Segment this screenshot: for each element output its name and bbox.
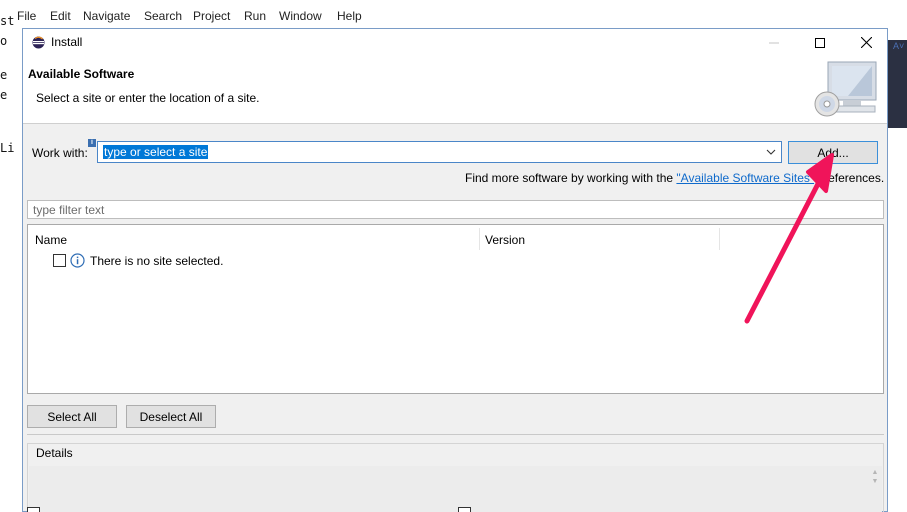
menu-window[interactable]: Window xyxy=(279,9,322,23)
minimize-button[interactable] xyxy=(751,29,797,56)
column-header-version[interactable]: Version xyxy=(485,233,525,247)
menu-search[interactable]: Search xyxy=(144,9,182,23)
dialog-header-banner: Available Software Select a site or ente… xyxy=(23,56,887,124)
menu-navigate[interactable]: Navigate xyxy=(83,9,130,23)
menu-help[interactable]: Help xyxy=(337,9,362,23)
ide-side-panel xyxy=(887,40,907,128)
column-divider[interactable] xyxy=(719,228,720,250)
install-computer-icon xyxy=(814,61,877,117)
code-fragment: o xyxy=(0,34,8,48)
ide-menubar: File Edit Navigate Search Project Run Wi… xyxy=(0,0,907,28)
close-button[interactable] xyxy=(843,29,889,56)
deselect-all-button[interactable]: Deselect All xyxy=(126,405,216,428)
find-more-suffix: preferences. xyxy=(814,171,885,185)
column-header-name[interactable]: Name xyxy=(35,233,67,247)
menu-project[interactable]: Project xyxy=(193,9,230,23)
menu-file[interactable]: File xyxy=(17,9,36,23)
dialog-title: Install xyxy=(51,35,83,49)
details-text-area[interactable] xyxy=(29,466,882,512)
minimize-icon xyxy=(769,42,779,43)
font-size-icon[interactable]: A˅ xyxy=(893,41,904,51)
find-more-prefix: Find more software by working with the xyxy=(465,171,677,185)
details-group: Details ▲ ▼ xyxy=(27,443,884,512)
row-checkbox[interactable] xyxy=(53,254,66,267)
option-checkbox[interactable] xyxy=(27,507,40,512)
work-with-label: Work with: xyxy=(32,146,88,160)
filter-input[interactable] xyxy=(27,200,884,219)
menu-run[interactable]: Run xyxy=(244,9,266,23)
page-title: Available Software xyxy=(28,67,135,81)
software-table[interactable]: Name Version There is no site selected. xyxy=(27,224,884,394)
details-scroll-arrows-icon[interactable]: ▲ ▼ xyxy=(871,468,879,494)
install-dialog: Install Available Software Select a site… xyxy=(22,28,888,512)
info-icon xyxy=(70,253,85,268)
dialog-titlebar[interactable]: Install xyxy=(23,29,887,56)
menu-edit[interactable]: Edit xyxy=(50,9,71,23)
available-software-sites-link[interactable]: "Available Software Sites" xyxy=(676,171,814,185)
page-description: Select a site or enter the location of a… xyxy=(36,91,260,105)
info-decoration-icon: i xyxy=(88,139,96,147)
code-fragment: st xyxy=(0,14,15,28)
details-label: Details xyxy=(36,446,73,460)
eclipse-logo-icon xyxy=(32,36,45,49)
maximize-button[interactable] xyxy=(797,29,843,56)
maximize-icon xyxy=(815,37,825,48)
work-with-combo[interactable]: type or select a site xyxy=(97,141,782,163)
close-icon xyxy=(860,37,872,48)
code-fragment: e xyxy=(0,88,8,102)
section-divider xyxy=(27,434,884,435)
code-fragment: Li xyxy=(0,141,15,155)
code-fragment: e xyxy=(0,68,8,82)
add-button[interactable]: Add... xyxy=(788,141,878,164)
table-row-label: There is no site selected. xyxy=(90,254,224,268)
option-checkbox[interactable] xyxy=(458,507,471,512)
chevron-down-icon[interactable] xyxy=(765,146,777,158)
column-divider[interactable] xyxy=(479,228,480,250)
work-with-input-text[interactable]: type or select a site xyxy=(103,145,209,159)
select-all-button[interactable]: Select All xyxy=(27,405,117,428)
find-more-text: Find more software by working with the "… xyxy=(465,171,884,185)
